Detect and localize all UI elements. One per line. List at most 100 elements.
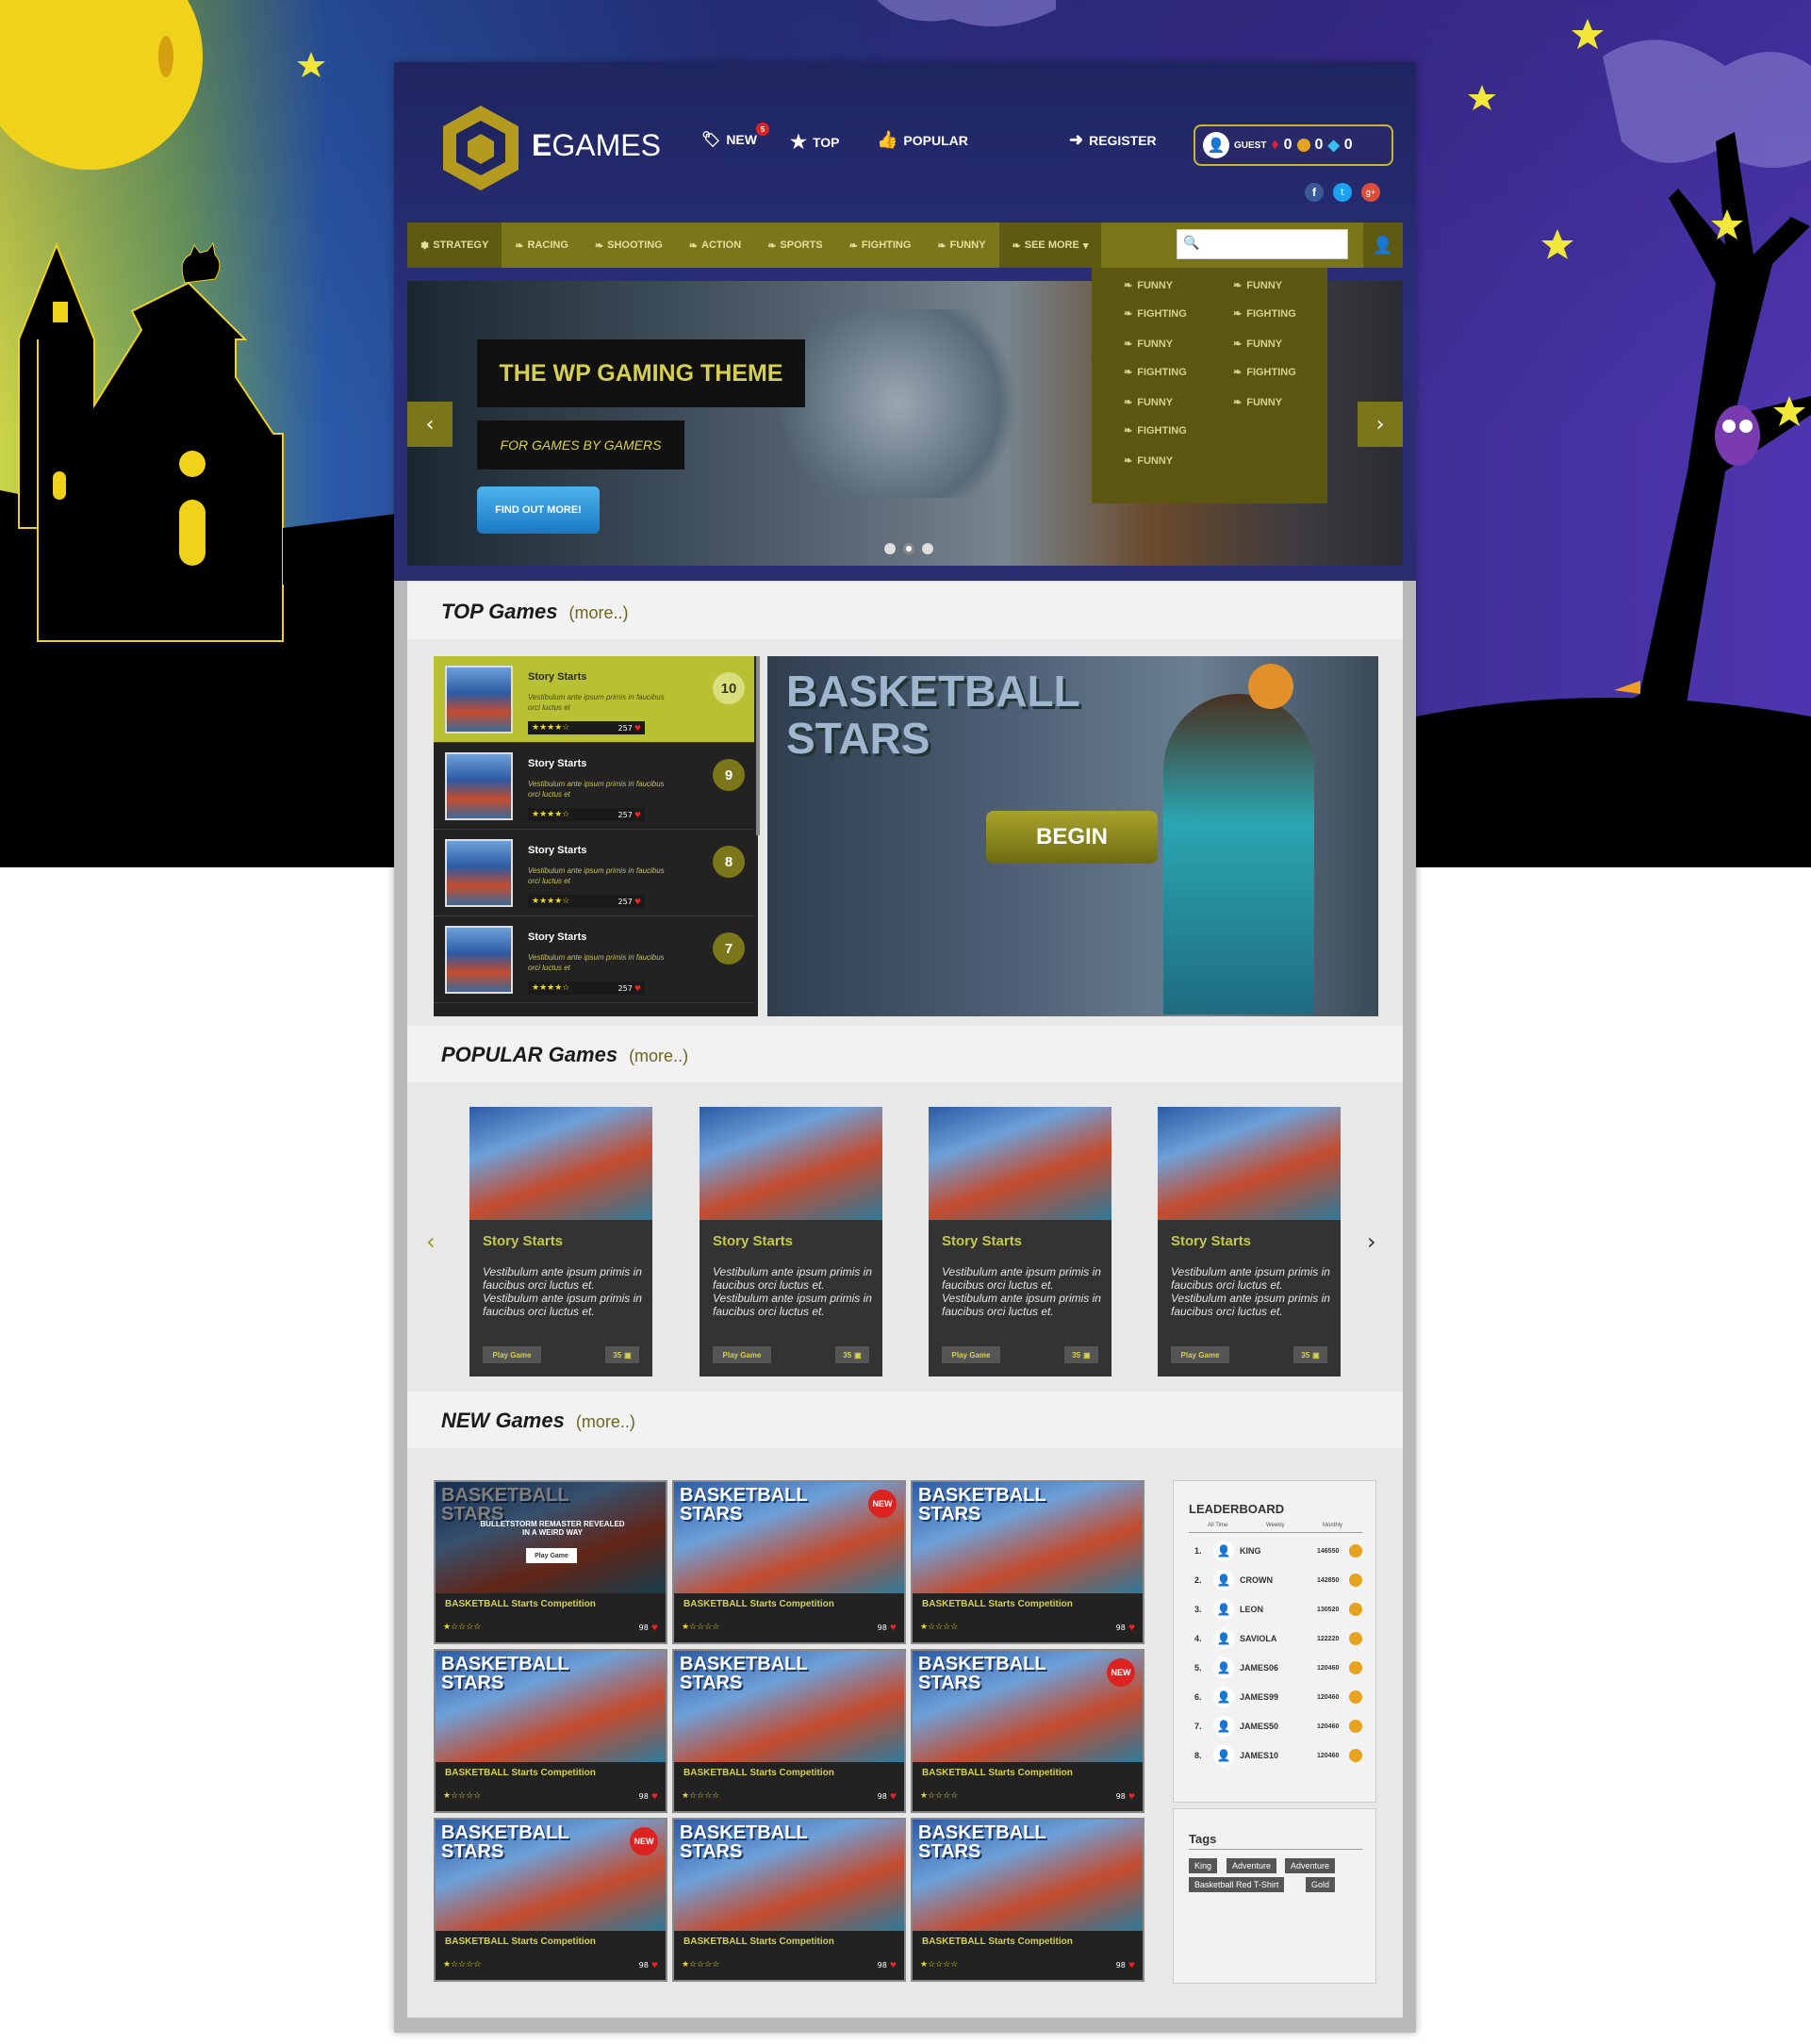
dropdown-item[interactable]: ❧ FUNNY	[1124, 396, 1173, 409]
dropdown-item[interactable]: ❧ FUNNY	[1233, 338, 1282, 351]
dropdown-item[interactable]: ❧ FIGHTING	[1233, 366, 1296, 379]
leaderboard-row[interactable]: 7. 👤 JAMES50 120460	[1194, 1715, 1364, 1738]
leaderboard-tab[interactable]: All Time	[1208, 1523, 1227, 1528]
dropdown-item[interactable]: ❧ FUNNY	[1233, 279, 1282, 292]
leaderboard-tab[interactable]: Weekly	[1266, 1523, 1285, 1528]
leaderboard-row[interactable]: 6. 👤 JAMES99 120460	[1194, 1686, 1364, 1708]
logo-text[interactable]: EGAMES	[532, 128, 661, 163]
leaderboard-row[interactable]: 4. 👤 SAVIOLA 122220	[1194, 1627, 1364, 1650]
leaderboard-row[interactable]: 5. 👤 JAMES06 120460	[1194, 1657, 1364, 1679]
dropdown-item[interactable]: ❧ FUNNY	[1124, 279, 1173, 292]
top-games-heading: TOP Games (more..)	[407, 583, 1403, 639]
top-game-item[interactable]: Story Starts Vestibulum ante ipsum primi…	[434, 830, 754, 916]
leaderboard-name: JAMES50	[1240, 1722, 1279, 1731]
new-game-card[interactable]: BASKETBALL STARS BASKETBALL Starts Compet…	[911, 1480, 1144, 1644]
avatar-icon: 👤	[1213, 1745, 1234, 1766]
leaderboard-row[interactable]: 1. 👤 KING 146550	[1194, 1540, 1364, 1562]
leaderboard-tab[interactable]: Monthly	[1323, 1523, 1342, 1528]
leaderboard-score: 130520	[1317, 1606, 1340, 1613]
logo-bold-letter: E	[532, 128, 552, 162]
dropdown-item[interactable]: ❧ FIGHTING	[1124, 424, 1187, 437]
new-game-card[interactable]: BASKETBALL STARS BASKETBALL Starts Compet…	[672, 1649, 906, 1813]
tag-chip[interactable]: Basketball Red T-Shirt	[1189, 1877, 1285, 1892]
rating-stars: ★☆☆☆☆	[443, 1791, 482, 1801]
dropdown-item[interactable]: ❧ FIGHTING	[1124, 366, 1187, 379]
nav-register-label: REGISTER	[1089, 132, 1157, 148]
slider-prev-button[interactable]: ‹	[407, 402, 453, 447]
slider-dot-active[interactable]	[903, 543, 914, 554]
slider-next-button[interactable]: ›	[1358, 402, 1403, 447]
play-game-button[interactable]: Play Game	[942, 1346, 1000, 1363]
popular-next-arrow[interactable]: ›	[1367, 1228, 1376, 1255]
top-game-item[interactable]: Story Starts Vestibulum ante ipsum primi…	[434, 743, 754, 830]
new-games-more-link[interactable]: (more..)	[576, 1412, 635, 1431]
cat-action[interactable]: ❧ ACTION	[676, 223, 754, 268]
new-game-card[interactable]: BASKETBALL STARS NEW BASKETBALL Starts Com…	[911, 1649, 1144, 1813]
tag-chip[interactable]: Adventure	[1285, 1858, 1336, 1873]
popular-game-card[interactable]: Story Starts Vestibulum ante ipsum primi…	[700, 1107, 882, 1376]
heart-icon: ♥	[650, 1623, 658, 1632]
cat-strategy[interactable]: ✽ STRATEGY	[407, 223, 502, 268]
overlay-play-button[interactable]: Play Game	[526, 1548, 577, 1563]
owl-eye	[1722, 420, 1736, 433]
popular-prev-arrow[interactable]: ‹	[426, 1228, 436, 1255]
new-game-card[interactable]: BASKETBALL STARSBULLETSTORM REMASTER REV…	[434, 1480, 667, 1644]
play-game-button[interactable]: Play Game	[483, 1346, 541, 1363]
like-count: 98	[877, 1960, 887, 1970]
play-game-button[interactable]: Play Game	[713, 1346, 771, 1363]
play-game-button[interactable]: Play Game	[1171, 1346, 1229, 1363]
tag-chip[interactable]: Adventure	[1227, 1858, 1277, 1873]
popular-game-card[interactable]: Story Starts Vestibulum ante ipsum primi…	[1158, 1107, 1341, 1376]
search-input[interactable]: 🔍	[1177, 229, 1348, 259]
tag-chip[interactable]: King	[1189, 1858, 1218, 1873]
popular-games-heading: POPULAR Games (more..)	[407, 1026, 1403, 1082]
leaderboard-row[interactable]: 8. 👤 JAMES10 120460	[1194, 1744, 1364, 1767]
top-game-item[interactable]: Story Starts Vestibulum ante ipsum primi…	[434, 656, 754, 743]
popular-game-card[interactable]: Story Starts Vestibulum ante ipsum primi…	[929, 1107, 1111, 1376]
slider-dot[interactable]	[922, 543, 933, 554]
dropdown-item[interactable]: ❧ FIGHTING	[1124, 307, 1187, 321]
coin-icon	[1349, 1632, 1362, 1645]
leaf-icon: ❧	[1124, 280, 1133, 291]
cat-funny[interactable]: ❧ FUNNY	[924, 223, 998, 268]
logo-icon[interactable]	[441, 104, 520, 192]
cat-sports[interactable]: ❧ SPORTS	[754, 223, 835, 268]
cat-fighting[interactable]: ❧ FIGHTING	[836, 223, 925, 268]
nav-register[interactable]: ➜ REGISTER	[1069, 130, 1157, 150]
popular-game-card[interactable]: Story Starts Vestibulum ante ipsum primi…	[469, 1107, 652, 1376]
new-game-card[interactable]: BASKETBALL STARS NEW BASKETBALL Starts Com…	[672, 1480, 906, 1644]
tag-chip[interactable]: Gold	[1306, 1877, 1336, 1892]
new-badge: NEW	[630, 1827, 658, 1855]
twitter-icon[interactable]: t	[1333, 183, 1352, 202]
dropdown-item[interactable]: ❧ FUNNY	[1233, 396, 1282, 409]
top-game-item[interactable]: Story Starts Vestibulum ante ipsum primi…	[434, 916, 754, 1003]
dropdown-item[interactable]: ❧ FIGHTING	[1233, 307, 1296, 321]
popular-games-more-link[interactable]: (more..)	[629, 1047, 688, 1065]
cat-see-more[interactable]: ❧ SEE MORE ▾	[998, 223, 1102, 268]
dropdown-item[interactable]: ❧ FUNNY	[1124, 338, 1173, 351]
new-game-card[interactable]: BASKETBALL STARS BASKETBALL Starts Compet…	[911, 1818, 1144, 1982]
cat-action-label: ACTION	[701, 239, 742, 251]
nav-new[interactable]: 🏷 NEW 5	[701, 123, 769, 149]
cat-racing[interactable]: ❧ RACING	[502, 223, 582, 268]
new-game-card[interactable]: BASKETBALL STARS BASKETBALL Starts Compet…	[434, 1649, 667, 1813]
dropdown-item[interactable]: ❧ FUNNY	[1124, 454, 1173, 468]
facebook-icon[interactable]: f	[1305, 183, 1324, 202]
user-status-box[interactable]: 👤 GUEST ♦ 0 0 ◆ 0	[1194, 124, 1393, 166]
leaf-icon: ❧	[1233, 308, 1243, 320]
top-games-more-link[interactable]: (more..)	[569, 603, 629, 622]
find-out-more-button[interactable]: FIND OUT MORE!	[477, 486, 600, 534]
login-button[interactable]: 👤	[1363, 223, 1403, 268]
begin-button[interactable]: BEGIN	[986, 811, 1158, 864]
nav-top[interactable]: ★ TOP	[790, 130, 839, 154]
list-scrollbar[interactable]	[756, 656, 760, 835]
google-plus-icon[interactable]: g+	[1361, 183, 1380, 202]
new-game-card[interactable]: BASKETBALL STARS BASKETBALL Starts Compet…	[672, 1818, 906, 1982]
new-game-card[interactable]: BASKETBALL STARS NEW BASKETBALL Starts Com…	[434, 1818, 667, 1982]
leaderboard-row[interactable]: 3. 👤 LEON 130520	[1194, 1598, 1364, 1621]
slider-dot[interactable]	[884, 543, 896, 554]
popular-games-title: POPULAR Games (more..)	[441, 1043, 688, 1067]
cat-shooting[interactable]: ❧ SHOOTING	[582, 223, 676, 268]
leaderboard-row[interactable]: 2. 👤 CROWN 142850	[1194, 1569, 1364, 1591]
nav-popular[interactable]: 👍 POPULAR	[877, 130, 968, 150]
